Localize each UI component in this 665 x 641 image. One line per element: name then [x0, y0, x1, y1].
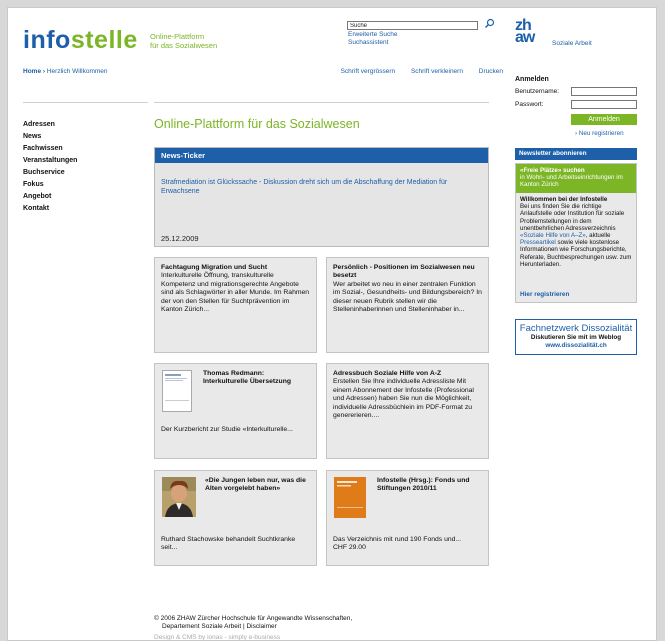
breadcrumb-home[interactable]: Home — [23, 68, 41, 75]
breadcrumb: Home › Herzlich Willkommen — [23, 68, 108, 75]
nav-item-angebot[interactable]: Angebot — [23, 191, 77, 203]
breadcrumb-current: Herzlich Willkommen — [46, 68, 108, 75]
portrait-photo — [162, 477, 196, 517]
font-larger-link[interactable]: Schrift vergrössern — [341, 68, 396, 75]
nav-item-news[interactable]: News — [23, 131, 77, 143]
card-title: Thomas Redmann: Interkulturelle Übersetz… — [203, 370, 291, 386]
card-text: Interkulturelle Öffnung, transkulturelle… — [161, 272, 310, 314]
fachnetzwerk-banner[interactable]: Fachnetzwerk Dissozialität Diskutieren S… — [515, 319, 637, 355]
search-links: Erweiterte Suche Suchassistent — [348, 31, 398, 47]
username-input[interactable] — [571, 87, 637, 96]
card-text: Ruthard Stachowske behandelt Suchtkranke… — [161, 536, 296, 552]
teaser-card[interactable]: Fachtagung Migration und Sucht Interkult… — [154, 257, 317, 353]
card-title: Infostelle (Hrsg.): Fonds und Stiftungen… — [377, 477, 470, 493]
search-icon[interactable] — [484, 18, 495, 29]
page-title: Online-Plattform für das Sozialwesen — [154, 117, 360, 131]
tagline-line2: für das Sozialwesen — [150, 40, 218, 50]
page: infostelle Online-Plattform für das Sozi… — [7, 7, 657, 641]
login-button[interactable]: Anmelden — [571, 114, 637, 125]
nav-item-kontakt[interactable]: Kontakt — [23, 203, 77, 215]
card-title: Adressbuch Soziale Hilfe von A-Z — [333, 370, 442, 377]
news-ticker-heading: News-Ticker — [155, 148, 488, 163]
register-link[interactable]: › Neu registrieren — [575, 130, 624, 137]
password-input[interactable] — [571, 100, 637, 109]
page-tools: Schrift vergrössern Schrift verkleinern … — [327, 68, 503, 75]
news-ticker: News-Ticker Strafmediation ist Glückssac… — [154, 147, 489, 247]
footer-credit: Design & CMS by ionas - simply e-busines… — [154, 634, 281, 641]
card-title: «Die Jungen leben nur, was die Alten vor… — [205, 477, 306, 493]
nav-item-veranstaltungen[interactable]: Veranstaltungen — [23, 155, 77, 167]
nav-item-buchservice[interactable]: Buchservice — [23, 167, 77, 179]
book-cover-thumbnail — [334, 477, 366, 518]
main-divider — [154, 102, 489, 103]
search-assistant-link[interactable]: Suchassistent — [348, 39, 398, 47]
topbar: Home › Herzlich Willkommen Schrift vergr… — [23, 68, 503, 78]
nav-item-fokus[interactable]: Fokus — [23, 179, 77, 191]
footer: © 2006 ZHAW Zürcher Hochschule für Angew… — [154, 615, 353, 630]
address-directory-link[interactable]: «Soziale Hilfe von A–Z» — [520, 232, 586, 239]
card-title: Persönlich - Positionen im Sozialwesen n… — [333, 264, 475, 280]
card-text: Wer arbeitet wo neu in einer zentralen F… — [333, 280, 482, 314]
card-text: Erstellen Sie Ihre individuelle Adressli… — [333, 378, 474, 420]
teaser-card[interactable]: Thomas Redmann: Interkulturelle Übersetz… — [154, 363, 317, 459]
news-ticker-link[interactable]: Strafmediation ist Glückssache - Diskuss… — [161, 178, 481, 196]
free-places-link[interactable]: «Freie Plätze» suchen in Wohn- und Arbei… — [516, 164, 636, 193]
teaser-card[interactable]: Adressbuch Soziale Hilfe von A-Z Erstell… — [326, 363, 489, 459]
newsletter-link[interactable]: Newsletter abonnieren — [515, 148, 637, 160]
print-link[interactable]: Drucken — [479, 68, 503, 75]
advanced-search-link[interactable]: Erweiterte Suche — [348, 31, 398, 39]
zhaw-logo[interactable]: zh aw — [515, 18, 535, 46]
welcome-text: Willkommen bei der Infostelle Bei uns fi… — [520, 196, 632, 268]
nav-item-adressen[interactable]: Adressen — [23, 119, 77, 131]
press-articles-link[interactable]: Presseartikel — [520, 239, 556, 246]
card-text: Der Kurzbericht zur Studie «Interkulture… — [161, 426, 293, 433]
news-ticker-date: 25.12.2009 — [161, 234, 199, 243]
infostelle-logo[interactable]: infostelle — [23, 26, 138, 55]
username-label: Benutzername: — [515, 88, 560, 95]
zhaw-subtitle: Soziale Arbeit — [552, 40, 592, 47]
password-label: Passwort: — [515, 101, 544, 108]
nav-item-fachwissen[interactable]: Fachwissen — [23, 143, 77, 155]
tagline: Online-Plattform für das Sozialwesen — [150, 32, 218, 50]
report-cover-thumbnail — [162, 370, 192, 412]
main-nav: Adressen News Fachwissen Veranstaltungen… — [23, 119, 77, 215]
welcome-box: «Freie Plätze» suchen in Wohn- und Arbei… — [515, 163, 637, 303]
disclaimer-link[interactable]: Disclaimer — [246, 623, 276, 630]
register-here-link[interactable]: Hier registrieren — [520, 291, 569, 298]
login-title: Anmelden — [515, 76, 549, 83]
teaser-card[interactable]: «Die Jungen leben nur, was die Alten vor… — [154, 470, 317, 566]
font-smaller-link[interactable]: Schrift verkleinern — [411, 68, 463, 75]
teaser-card[interactable]: Infostelle (Hrsg.): Fonds und Stiftungen… — [326, 470, 489, 566]
card-text: Das Verzeichnis mit rund 190 Fonds und..… — [333, 536, 462, 552]
card-price: CHF 29.00 — [333, 544, 366, 552]
teaser-card[interactable]: Persönlich - Positionen im Sozialwesen n… — [326, 257, 489, 353]
search-input[interactable] — [347, 21, 478, 30]
nav-divider — [23, 102, 148, 103]
